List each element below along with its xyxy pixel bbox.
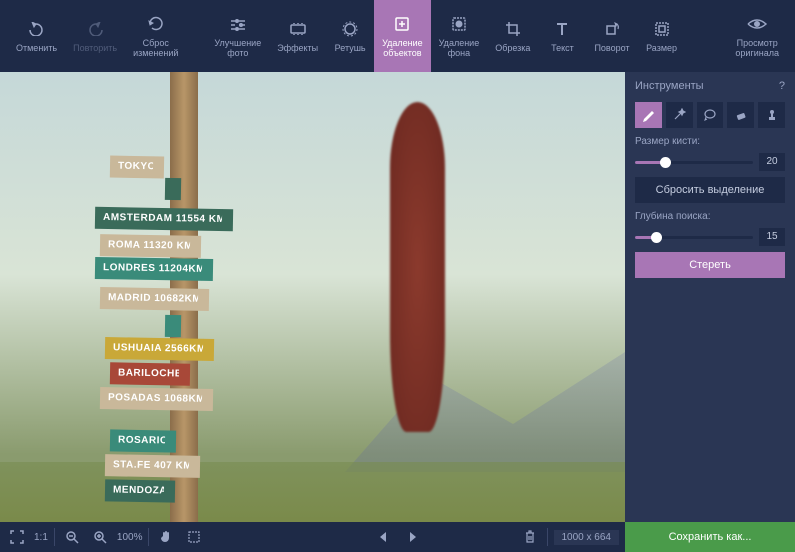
redo-icon	[85, 19, 105, 39]
sign-plate: MENDOZA	[105, 479, 175, 502]
bg-removal-icon	[449, 14, 469, 34]
side-header: Инструменты ?	[635, 80, 785, 92]
undo-icon	[27, 19, 47, 39]
foliage-artwork	[0, 462, 625, 522]
resize-label: Размер	[646, 43, 677, 53]
zoom-ratio[interactable]: 1:1	[34, 532, 48, 543]
depth-slider[interactable]	[635, 236, 753, 239]
rotate-label: Поворот	[594, 43, 629, 53]
delete-button[interactable]	[519, 526, 541, 548]
retouch-label: Ретушь	[335, 43, 366, 53]
brush-size-slider[interactable]	[635, 161, 753, 164]
enhance-label: Улучшение фото	[214, 38, 261, 58]
stamp-tool[interactable]	[758, 102, 785, 128]
depth-value[interactable]: 15	[759, 228, 785, 246]
brush-tool[interactable]	[635, 102, 662, 128]
depth-slider-row: 15	[635, 228, 785, 246]
status-bar: 1:1 100% 1000 x 664 Сохранить как...	[0, 522, 795, 552]
zoom-level: 100%	[117, 532, 143, 543]
sign-plate: LONDRES 11204KM	[95, 257, 213, 281]
canvas[interactable]: TOKYO AMSTERDAM 11554 KM ROMA 11320 KMLOND…	[0, 72, 625, 522]
depth-label: Глубина поиска:	[635, 211, 785, 222]
sign-plate	[165, 315, 181, 337]
view-original-label: Просмотр оригинала	[735, 38, 779, 58]
brush-size-label: Размер кисти:	[635, 136, 785, 147]
main-area: TOKYO AMSTERDAM 11554 KM ROMA 11320 KMLOND…	[0, 72, 795, 522]
brush-size-value[interactable]: 20	[759, 153, 785, 171]
resize-button[interactable]: Размер	[638, 0, 686, 72]
hand-tool-button[interactable]	[155, 526, 177, 548]
retouch-icon	[340, 19, 360, 39]
sign-plate: BARILOCHE	[110, 362, 190, 385]
rotate-icon	[602, 19, 622, 39]
text-icon	[552, 19, 572, 39]
undo-button[interactable]: Отменить	[8, 0, 65, 72]
side-panel: Инструменты ? Размер кисти: 20 Сбросить …	[625, 72, 795, 522]
prev-button[interactable]	[372, 526, 394, 548]
sign-plate: STA.FE 407 KM	[105, 454, 200, 478]
sign-plate	[165, 178, 181, 200]
crop-label: Обрезка	[495, 43, 530, 53]
object-removal-label: Удаление объектов	[382, 38, 423, 58]
resize-icon	[652, 19, 672, 39]
effects-label: Эффекты	[277, 43, 318, 53]
retouch-button[interactable]: Ретушь	[326, 0, 374, 72]
next-button[interactable]	[402, 526, 424, 548]
lasso-tool[interactable]	[697, 102, 724, 128]
text-button[interactable]: Текст	[538, 0, 586, 72]
reset-button[interactable]: Сброс изменений	[125, 0, 186, 72]
enhance-button[interactable]: Улучшение фото	[206, 0, 269, 72]
mountain-artwork	[345, 352, 625, 472]
dimensions-display: 1000 x 664	[554, 530, 620, 545]
erase-button[interactable]: Стереть	[635, 252, 785, 278]
crop-button[interactable]: Обрезка	[487, 0, 538, 72]
help-button[interactable]: ?	[779, 80, 785, 92]
bg-removal-button[interactable]: Удаление фона	[431, 0, 488, 72]
sign-plate: TOKYO	[110, 156, 164, 179]
fullscreen-button[interactable]	[6, 526, 28, 548]
save-as-button[interactable]: Сохранить как...	[625, 522, 795, 552]
tool-row	[635, 102, 785, 128]
eraser-tool[interactable]	[727, 102, 754, 128]
sign-plate: ROMA 11320 KM	[100, 234, 201, 258]
brush-size-slider-row: 20	[635, 153, 785, 171]
sign-plate: AMSTERDAM 11554 KM	[95, 207, 234, 231]
marquee-tool-button[interactable]	[183, 526, 205, 548]
text-label: Текст	[551, 43, 574, 53]
selection-highlight	[390, 102, 445, 432]
top-toolbar: Отменить Повторить Сброс изменений Улучш…	[0, 0, 795, 72]
view-original-button[interactable]: Просмотр оригинала	[727, 0, 787, 72]
zoom-in-button[interactable]	[89, 526, 111, 548]
object-removal-icon	[392, 14, 412, 34]
effects-icon	[288, 19, 308, 39]
redo-label: Повторить	[73, 43, 117, 53]
side-title: Инструменты	[635, 80, 704, 92]
bg-removal-label: Удаление фона	[439, 38, 480, 58]
sign-plate: MADRID 10682KM	[100, 287, 210, 311]
rotate-button[interactable]: Поворот	[586, 0, 637, 72]
sign-plate: ROSARIO	[110, 429, 177, 452]
effects-button[interactable]: Эффекты	[269, 0, 326, 72]
object-removal-button[interactable]: Удаление объектов	[374, 0, 431, 72]
enhance-icon	[228, 14, 248, 34]
crop-icon	[503, 19, 523, 39]
redo-button[interactable]: Повторить	[65, 0, 125, 72]
reset-icon	[146, 14, 166, 34]
zoom-out-button[interactable]	[61, 526, 83, 548]
reset-selection-button[interactable]: Сбросить выделение	[635, 177, 785, 203]
sign-plate: POSADAS 1068KM	[100, 387, 213, 411]
sign-plate: USHUAIA 2566KM	[105, 337, 214, 361]
eye-icon	[747, 14, 767, 34]
reset-label: Сброс изменений	[133, 38, 178, 58]
wand-tool[interactable]	[666, 102, 693, 128]
undo-label: Отменить	[16, 43, 57, 53]
